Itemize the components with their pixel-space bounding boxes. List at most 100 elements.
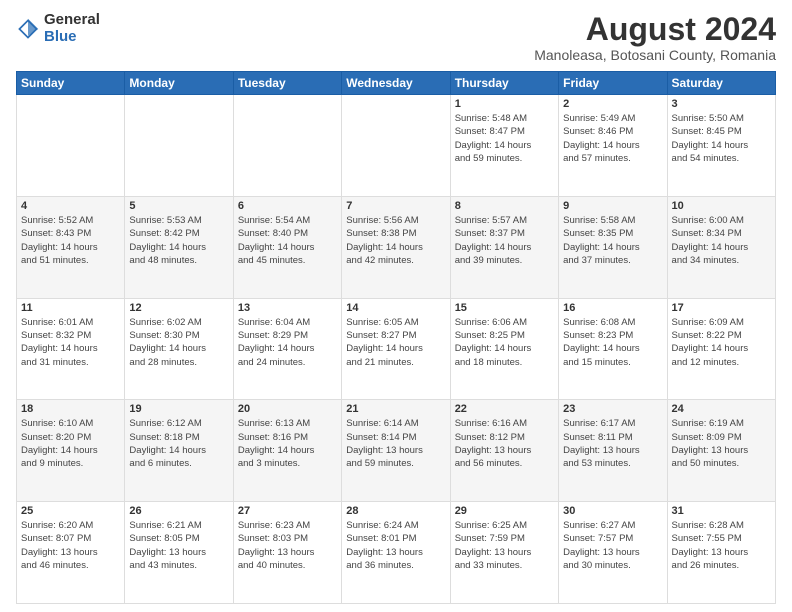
day-info: Sunrise: 6:17 AM Sunset: 8:11 PM Dayligh… — [563, 417, 662, 470]
day-number: 23 — [563, 403, 662, 415]
calendar-cell: 15 Sunrise: 6:06 AM Sunset: 8:25 PM Dayli… — [450, 298, 558, 400]
calendar-cell: 23 Sunrise: 6:17 AM Sunset: 8:11 PM Dayli… — [559, 400, 667, 502]
day-number: 10 — [672, 200, 771, 212]
day-number: 27 — [238, 505, 337, 517]
logo-blue: Blue — [44, 29, 100, 46]
logo: General Blue — [16, 12, 100, 45]
calendar-cell: 29 Sunrise: 6:25 AM Sunset: 7:59 PM Dayli… — [450, 502, 558, 604]
day-info: Sunrise: 5:52 AM Sunset: 8:43 PM Dayligh… — [21, 214, 120, 267]
calendar-cell: 3Sunrise: 5:50 AM Sunset: 8:45 PM Daylig… — [667, 95, 775, 197]
day-number: 8 — [455, 200, 554, 212]
calendar-cell — [342, 95, 450, 197]
title-block: August 2024 Manoleasa, Botosani County, … — [534, 12, 776, 63]
calendar-cell: 7Sunrise: 5:56 AM Sunset: 8:38 PM Daylig… — [342, 196, 450, 298]
header: General Blue August 2024 Manoleasa, Boto… — [16, 12, 776, 63]
calendar-cell: 24 Sunrise: 6:19 AM Sunset: 8:09 PM Dayli… — [667, 400, 775, 502]
day-info: Sunrise: 5:58 AM Sunset: 8:35 PM Dayligh… — [563, 214, 662, 267]
day-number: 1 — [455, 98, 554, 110]
calendar-cell: 25 Sunrise: 6:20 AM Sunset: 8:07 PM Dayli… — [17, 502, 125, 604]
day-number: 11 — [21, 302, 120, 314]
day-number: 21 — [346, 403, 445, 415]
day-info: Sunrise: 6:27 AM Sunset: 7:57 PM Dayligh… — [563, 519, 662, 572]
calendar-cell: 19 Sunrise: 6:12 AM Sunset: 8:18 PM Dayli… — [125, 400, 233, 502]
calendar-week-1: 1Sunrise: 5:48 AM Sunset: 8:47 PM Daylig… — [17, 95, 776, 197]
day-number: 18 — [21, 403, 120, 415]
subtitle: Manoleasa, Botosani County, Romania — [534, 47, 776, 63]
calendar-cell: 1Sunrise: 5:48 AM Sunset: 8:47 PM Daylig… — [450, 95, 558, 197]
calendar-cell — [233, 95, 341, 197]
calendar-cell: 8 Sunrise: 5:57 AM Sunset: 8:37 PM Daylig… — [450, 196, 558, 298]
calendar-header-tuesday: Tuesday — [233, 72, 341, 95]
day-number: 13 — [238, 302, 337, 314]
day-info: Sunrise: 5:57 AM Sunset: 8:37 PM Dayligh… — [455, 214, 554, 267]
calendar-cell: 14 Sunrise: 6:05 AM Sunset: 8:27 PM Dayli… — [342, 298, 450, 400]
day-info: Sunrise: 6:08 AM Sunset: 8:23 PM Dayligh… — [563, 316, 662, 369]
day-info: Sunrise: 6:01 AM Sunset: 8:32 PM Dayligh… — [21, 316, 120, 369]
day-info: Sunrise: 5:53 AM Sunset: 8:42 PM Dayligh… — [129, 214, 228, 267]
day-info: Sunrise: 5:54 AM Sunset: 8:40 PM Dayligh… — [238, 214, 337, 267]
calendar-cell: 28Sunrise: 6:24 AM Sunset: 8:01 PM Dayli… — [342, 502, 450, 604]
calendar-cell: 21 Sunrise: 6:14 AM Sunset: 8:14 PM Dayli… — [342, 400, 450, 502]
calendar-cell: 13 Sunrise: 6:04 AM Sunset: 8:29 PM Dayli… — [233, 298, 341, 400]
day-info: Sunrise: 6:10 AM Sunset: 8:20 PM Dayligh… — [21, 417, 120, 470]
day-info: Sunrise: 5:49 AM Sunset: 8:46 PM Dayligh… — [563, 112, 662, 165]
day-info: Sunrise: 6:16 AM Sunset: 8:12 PM Dayligh… — [455, 417, 554, 470]
day-info: Sunrise: 6:00 AM Sunset: 8:34 PM Dayligh… — [672, 214, 771, 267]
calendar-header-thursday: Thursday — [450, 72, 558, 95]
day-info: Sunrise: 6:02 AM Sunset: 8:30 PM Dayligh… — [129, 316, 228, 369]
day-info: Sunrise: 6:21 AM Sunset: 8:05 PM Dayligh… — [129, 519, 228, 572]
day-number: 14 — [346, 302, 445, 314]
day-number: 19 — [129, 403, 228, 415]
day-number: 24 — [672, 403, 771, 415]
day-number: 3 — [672, 98, 771, 110]
page: General Blue August 2024 Manoleasa, Boto… — [0, 0, 792, 612]
day-number: 20 — [238, 403, 337, 415]
day-number: 25 — [21, 505, 120, 517]
day-info: Sunrise: 6:14 AM Sunset: 8:14 PM Dayligh… — [346, 417, 445, 470]
calendar-table: SundayMondayTuesdayWednesdayThursdayFrid… — [16, 71, 776, 604]
day-number: 29 — [455, 505, 554, 517]
day-info: Sunrise: 6:05 AM Sunset: 8:27 PM Dayligh… — [346, 316, 445, 369]
calendar-cell: 17Sunrise: 6:09 AM Sunset: 8:22 PM Dayli… — [667, 298, 775, 400]
day-number: 9 — [563, 200, 662, 212]
day-info: Sunrise: 6:20 AM Sunset: 8:07 PM Dayligh… — [21, 519, 120, 572]
day-info: Sunrise: 6:06 AM Sunset: 8:25 PM Dayligh… — [455, 316, 554, 369]
calendar-header-wednesday: Wednesday — [342, 72, 450, 95]
calendar-header-friday: Friday — [559, 72, 667, 95]
day-info: Sunrise: 6:09 AM Sunset: 8:22 PM Dayligh… — [672, 316, 771, 369]
day-number: 22 — [455, 403, 554, 415]
day-number: 28 — [346, 505, 445, 517]
calendar-cell — [125, 95, 233, 197]
day-info: Sunrise: 6:25 AM Sunset: 7:59 PM Dayligh… — [455, 519, 554, 572]
calendar-week-3: 11 Sunrise: 6:01 AM Sunset: 8:32 PM Dayli… — [17, 298, 776, 400]
calendar-cell: 11 Sunrise: 6:01 AM Sunset: 8:32 PM Dayli… — [17, 298, 125, 400]
day-info: Sunrise: 6:19 AM Sunset: 8:09 PM Dayligh… — [672, 417, 771, 470]
day-info: Sunrise: 6:13 AM Sunset: 8:16 PM Dayligh… — [238, 417, 337, 470]
calendar-cell: 4 Sunrise: 5:52 AM Sunset: 8:43 PM Daylig… — [17, 196, 125, 298]
day-info: Sunrise: 6:04 AM Sunset: 8:29 PM Dayligh… — [238, 316, 337, 369]
calendar-cell: 16Sunrise: 6:08 AM Sunset: 8:23 PM Dayli… — [559, 298, 667, 400]
day-number: 5 — [129, 200, 228, 212]
day-number: 26 — [129, 505, 228, 517]
calendar-week-5: 25 Sunrise: 6:20 AM Sunset: 8:07 PM Dayli… — [17, 502, 776, 604]
calendar-cell: 20 Sunrise: 6:13 AM Sunset: 8:16 PM Dayli… — [233, 400, 341, 502]
calendar-cell: 5 Sunrise: 5:53 AM Sunset: 8:42 PM Daylig… — [125, 196, 233, 298]
day-number: 31 — [672, 505, 771, 517]
calendar-cell: 10 Sunrise: 6:00 AM Sunset: 8:34 PM Dayli… — [667, 196, 775, 298]
main-title: August 2024 — [534, 12, 776, 47]
day-number: 2 — [563, 98, 662, 110]
calendar-cell: 2 Sunrise: 5:49 AM Sunset: 8:46 PM Daylig… — [559, 95, 667, 197]
calendar-week-4: 18 Sunrise: 6:10 AM Sunset: 8:20 PM Dayli… — [17, 400, 776, 502]
calendar-cell: 6Sunrise: 5:54 AM Sunset: 8:40 PM Daylig… — [233, 196, 341, 298]
calendar-cell — [17, 95, 125, 197]
calendar-week-2: 4 Sunrise: 5:52 AM Sunset: 8:43 PM Daylig… — [17, 196, 776, 298]
day-number: 15 — [455, 302, 554, 314]
calendar-header-sunday: Sunday — [17, 72, 125, 95]
day-number: 7 — [346, 200, 445, 212]
day-info: Sunrise: 6:12 AM Sunset: 8:18 PM Dayligh… — [129, 417, 228, 470]
calendar-cell: 12 Sunrise: 6:02 AM Sunset: 8:30 PM Dayli… — [125, 298, 233, 400]
day-number: 12 — [129, 302, 228, 314]
day-number: 4 — [21, 200, 120, 212]
calendar-cell: 26 Sunrise: 6:21 AM Sunset: 8:05 PM Dayli… — [125, 502, 233, 604]
calendar-cell: 9 Sunrise: 5:58 AM Sunset: 8:35 PM Daylig… — [559, 196, 667, 298]
